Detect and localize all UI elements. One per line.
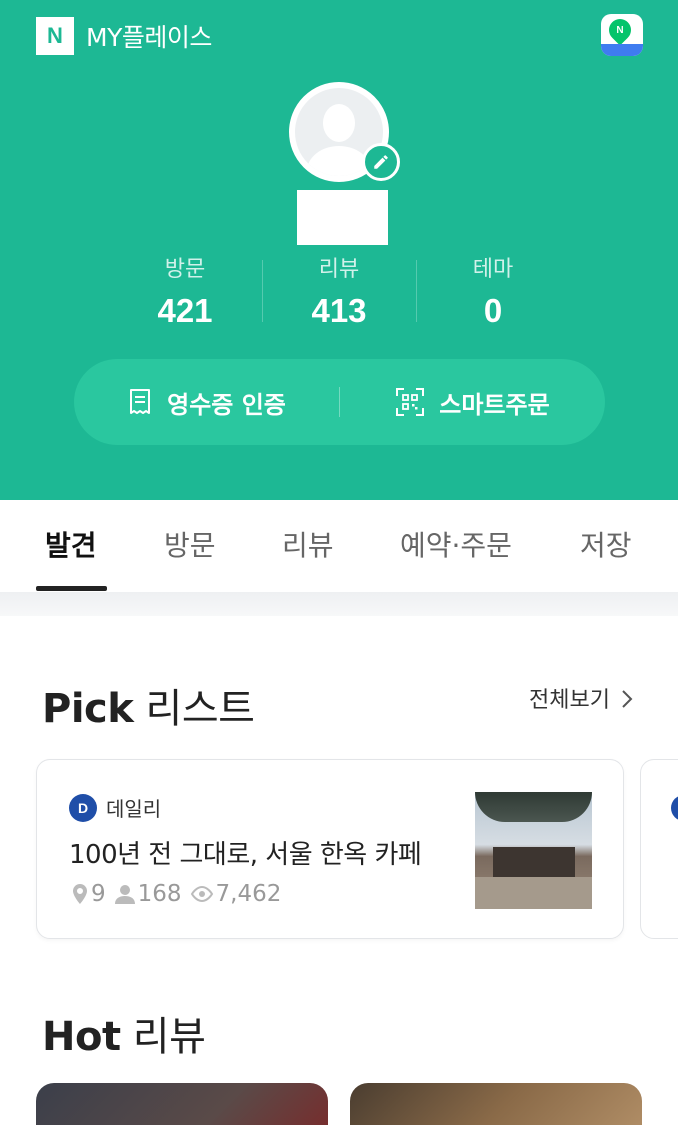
stat-label: 테마 bbox=[472, 257, 514, 282]
pick-title-rest: 리스트 bbox=[133, 686, 255, 732]
receipt-verify-button[interactable]: 영수증 인증 bbox=[74, 359, 339, 445]
active-tab-indicator bbox=[36, 586, 107, 591]
card-thumbnail bbox=[475, 792, 592, 909]
hot-title-bold: Hot bbox=[42, 1014, 121, 1060]
stat-visits[interactable]: 방문 421 bbox=[108, 252, 262, 332]
stat-value: 421 bbox=[157, 292, 213, 329]
tab-visits[interactable]: 방문 bbox=[164, 524, 216, 564]
thumbnail-ground bbox=[475, 877, 592, 909]
card-meta: 9 168 7,462 bbox=[71, 881, 289, 907]
tab-reservations[interactable]: 예약·주문 bbox=[400, 524, 512, 564]
pencil-icon bbox=[374, 155, 388, 169]
pick-card-next[interactable] bbox=[640, 759, 678, 939]
stat-label: 리뷰 bbox=[318, 257, 360, 282]
nickname-redacted bbox=[297, 190, 388, 245]
stat-value: 413 bbox=[311, 292, 367, 329]
stat-value: 0 bbox=[483, 292, 503, 329]
pick-title-bold: Pick bbox=[42, 686, 134, 732]
hot-review-card[interactable] bbox=[350, 1083, 642, 1125]
edit-profile-button[interactable] bbox=[362, 143, 400, 181]
action-bar: 영수증 인증 스마트주문 bbox=[74, 359, 605, 445]
eye-icon bbox=[190, 886, 213, 902]
profile-header: N MY플레이스 N 방문 421 리뷰 413 테마 0 영수증 인증 스마트… bbox=[0, 0, 678, 500]
stat-label: 방문 bbox=[164, 257, 206, 282]
places-count: 9 bbox=[91, 881, 106, 907]
location-pin-icon bbox=[73, 884, 87, 904]
pick-list-title: Pick 리스트 bbox=[42, 676, 255, 734]
qr-scan-icon bbox=[396, 388, 425, 416]
thumbnail-building bbox=[493, 847, 575, 877]
receipt-verify-label: 영수증 인증 bbox=[167, 390, 286, 419]
smart-order-label: 스마트주문 bbox=[439, 390, 550, 419]
chevron-right-icon bbox=[622, 690, 633, 708]
views-count: 7,462 bbox=[215, 881, 282, 907]
stat-themes[interactable]: 테마 0 bbox=[416, 252, 570, 332]
thumbnail-roof bbox=[475, 792, 592, 822]
daily-logo-icon bbox=[671, 795, 678, 821]
hot-title-rest: 리뷰 bbox=[120, 1014, 206, 1060]
tab-bar: 발견 방문 리뷰 예약·주문 저장 bbox=[0, 500, 678, 592]
brand: N MY플레이스 bbox=[36, 17, 212, 55]
section-divider bbox=[0, 592, 678, 616]
card-source: D 데일리 bbox=[69, 793, 161, 822]
app-title: MY플레이스 bbox=[86, 23, 212, 52]
daily-logo-icon: D bbox=[69, 793, 97, 822]
stat-reviews[interactable]: 리뷰 413 bbox=[262, 252, 416, 332]
hot-review-card[interactable] bbox=[36, 1083, 328, 1125]
map-icon-stripe bbox=[601, 44, 643, 56]
avatar-head bbox=[323, 104, 355, 142]
stats: 방문 421 리뷰 413 테마 0 bbox=[108, 252, 570, 332]
receipt-icon bbox=[130, 389, 151, 414]
source-name: 데일리 bbox=[106, 797, 162, 821]
pick-card[interactable]: D 데일리 100년 전 그대로, 서울 한옥 카페 9 168 7,462 bbox=[36, 759, 624, 939]
person-icon bbox=[114, 885, 135, 904]
tab-saved[interactable]: 저장 bbox=[580, 524, 632, 564]
card-title: 100년 전 그대로, 서울 한옥 카페 bbox=[69, 840, 422, 870]
hot-review-title: Hot 리뷰 bbox=[42, 1004, 206, 1062]
see-all-label: 전체보기 bbox=[529, 688, 610, 713]
followers-count: 168 bbox=[137, 881, 182, 907]
naver-map-icon[interactable]: N bbox=[601, 14, 643, 56]
tab-reviews[interactable]: 리뷰 bbox=[282, 524, 334, 564]
map-pin-letter: N bbox=[616, 24, 624, 36]
naver-logo: N bbox=[36, 17, 74, 55]
tab-discover[interactable]: 발견 bbox=[45, 524, 97, 564]
smart-order-button[interactable]: 스마트주문 bbox=[340, 359, 605, 445]
see-all-link[interactable]: 전체보기 bbox=[529, 682, 633, 714]
